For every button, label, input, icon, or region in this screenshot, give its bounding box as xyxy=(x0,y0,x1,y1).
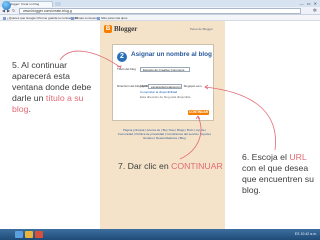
browser-toolbar: ◀ ▶ ↻ www.blogger.com/create-blog.g ✲ xyxy=(0,7,320,15)
form-title: Asignar un nombre al blog xyxy=(131,51,212,58)
bookmark-item[interactable]: Temas comunes xyxy=(71,16,97,20)
step-number-badge: 2 xyxy=(117,52,127,62)
tray-language[interactable]: ES xyxy=(295,232,300,236)
bookmark-item[interactable]: Sitio para más tipos xyxy=(97,16,127,20)
bookmark-item[interactable]: ¿Quieres que Google Chrome guarde tu con… xyxy=(3,16,78,20)
tray-clock[interactable]: 10:42 a.m. xyxy=(300,232,317,236)
footer-links[interactable]: Página principal | Acerca de | Buy Now |… xyxy=(117,128,212,140)
address-prefix: http:// xyxy=(140,84,148,88)
folder-icon[interactable] xyxy=(25,231,33,238)
address-bar[interactable]: www.blogger.com/create-blog.g xyxy=(19,8,301,14)
window-controls[interactable]: — ▭ ✕ xyxy=(300,1,318,6)
address-suffix: .blogspot.com xyxy=(183,84,202,88)
dashboard-link[interactable]: Panel de Blogger xyxy=(190,27,213,31)
availability-status: Esta dirección de blog está disponible. xyxy=(140,95,192,99)
blog-title-input[interactable]: Espacio de Creative Commons xyxy=(140,67,190,72)
wrench-icon[interactable]: ✲ xyxy=(313,8,317,14)
annotation-step-5: 5. Al continuar aparecerá esta ventana d… xyxy=(12,60,92,114)
page-margin-left xyxy=(0,21,100,229)
blogger-brand: Blogger xyxy=(114,25,138,33)
check-availability-link[interactable]: Comprobar la disponibilidad xyxy=(140,90,177,94)
new-tab-button[interactable] xyxy=(55,2,61,6)
blogger-logo-icon: B xyxy=(104,25,112,33)
explorer-icon[interactable] xyxy=(15,231,23,238)
reload-icon[interactable]: ↻ xyxy=(12,9,15,13)
chrome-icon[interactable] xyxy=(35,231,43,238)
annotation-step-6: 6. Escoja el URL con el que desea que en… xyxy=(242,152,314,195)
annotation-step-7: 7. Dar clic en CONTINUAR xyxy=(118,161,223,171)
system-tray[interactable]: ES 10:42 a.m. xyxy=(295,232,317,237)
blog-address-input[interactable]: espaciodecreativecommons xyxy=(148,84,182,89)
page-margin-right xyxy=(225,21,320,229)
continue-button[interactable]: CONTINUAR xyxy=(188,110,209,115)
tab-title: Blogger: Crear un blog xyxy=(9,2,40,6)
start-button-icon[interactable] xyxy=(2,1,11,10)
blog-title-label: Título del blog xyxy=(117,67,136,71)
windows-taskbar xyxy=(0,229,320,240)
